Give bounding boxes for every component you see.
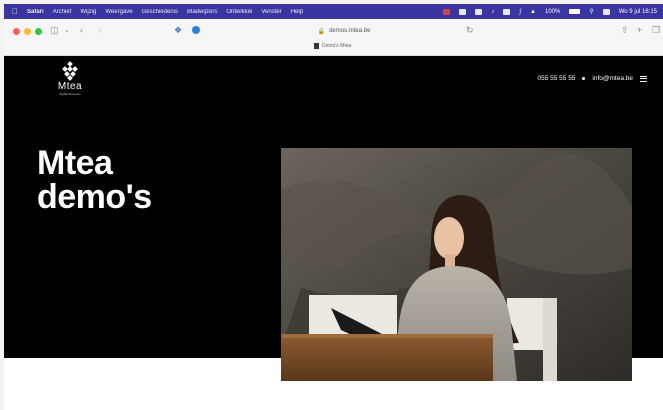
menu-geschiedenis[interactable]: Geschiedenis bbox=[142, 9, 178, 15]
logo-diamond-icon bbox=[59, 61, 81, 81]
share-icon[interactable]: ⇧ bbox=[621, 25, 629, 35]
menu-venster[interactable]: Venster bbox=[261, 9, 281, 15]
separator-dot bbox=[582, 77, 586, 80]
extension-icon[interactable]: ❖ bbox=[174, 25, 182, 35]
clock[interactable]: Wo 9 jul 16:15 bbox=[619, 9, 657, 15]
new-tab-icon[interactable]: + bbox=[637, 25, 642, 35]
tab-title: Demo's Mtea bbox=[322, 43, 352, 49]
favicon-icon bbox=[314, 43, 319, 49]
search-icon[interactable]: ⚲ bbox=[589, 8, 593, 15]
volume-icon[interactable]: ♪ bbox=[491, 9, 494, 15]
menu-wijzig[interactable]: Wijzig bbox=[80, 9, 96, 15]
menu-app-name[interactable]: Safari bbox=[27, 9, 44, 15]
address-bar[interactable]: 🔒 demos.mtea.be bbox=[204, 24, 484, 38]
close-window-button[interactable] bbox=[13, 28, 20, 35]
battery-icon[interactable] bbox=[569, 9, 581, 14]
logo-name: Mtea bbox=[57, 81, 83, 92]
page-title: Mtea demo's bbox=[37, 146, 152, 214]
header-contact: 055 55 55 55 info@mtea.be bbox=[537, 75, 647, 82]
extension-icon[interactable] bbox=[192, 26, 200, 34]
phone-link[interactable]: 055 55 55 55 bbox=[537, 75, 575, 82]
control-center-icon[interactable] bbox=[602, 8, 610, 15]
tab-active[interactable]: Demo's Mtea bbox=[314, 43, 351, 49]
wifi-icon[interactable]: ▲ bbox=[530, 9, 536, 15]
menu-archief[interactable]: Archief bbox=[53, 9, 72, 15]
email-link[interactable]: info@mtea.be bbox=[592, 75, 633, 82]
chevron-down-icon[interactable]: ⌄ bbox=[64, 26, 70, 36]
apple-icon[interactable]:  bbox=[12, 7, 18, 16]
screen:  Safari Archief Wijzig Weergave Geschie… bbox=[0, 0, 663, 410]
status-app-icon[interactable] bbox=[443, 8, 451, 15]
window-controls bbox=[13, 28, 42, 35]
menu-help[interactable]: Help bbox=[291, 9, 303, 15]
display-icon[interactable] bbox=[475, 8, 483, 15]
logo-tagline: Digital Business bbox=[59, 92, 81, 96]
menu-weergave[interactable]: Weergave bbox=[105, 9, 132, 15]
tab-overview-icon[interactable]: ❐ bbox=[652, 25, 660, 35]
title-line-1: Mtea bbox=[37, 144, 113, 182]
macos-menu-bar:  Safari Archief Wijzig Weergave Geschie… bbox=[4, 4, 663, 19]
sidebar-icon[interactable]: ◫ bbox=[50, 25, 59, 35]
zoom-window-button[interactable] bbox=[35, 28, 42, 35]
reload-icon[interactable]: ↻ bbox=[466, 25, 474, 35]
url-text: demos.mtea.be bbox=[329, 28, 371, 34]
status-app-icon[interactable] bbox=[459, 8, 467, 15]
status-app-icon[interactable] bbox=[503, 8, 511, 15]
browser-toolbar: ◫ ⌄ ‹ › ❖ 🔒 demos.mtea.be ↻ ⇧ + ❐ Demo's… bbox=[4, 19, 663, 56]
menu-ontwikkel[interactable]: Ontwikkel bbox=[226, 9, 252, 15]
menu-bladwijzers[interactable]: Bladwijzers bbox=[187, 9, 217, 15]
bluetooth-icon[interactable]: ∫ bbox=[519, 9, 521, 15]
site-logo[interactable]: Mtea Digital Business bbox=[50, 61, 90, 100]
menu-icon[interactable] bbox=[640, 75, 647, 82]
minimize-window-button[interactable] bbox=[24, 28, 31, 35]
back-icon[interactable]: ‹ bbox=[80, 25, 83, 35]
title-line-2: demo's bbox=[37, 178, 152, 216]
hero-photo bbox=[281, 148, 632, 381]
battery-percent: 100% bbox=[544, 8, 561, 15]
lock-icon: 🔒 bbox=[317, 28, 326, 35]
forward-icon[interactable]: › bbox=[98, 25, 101, 35]
